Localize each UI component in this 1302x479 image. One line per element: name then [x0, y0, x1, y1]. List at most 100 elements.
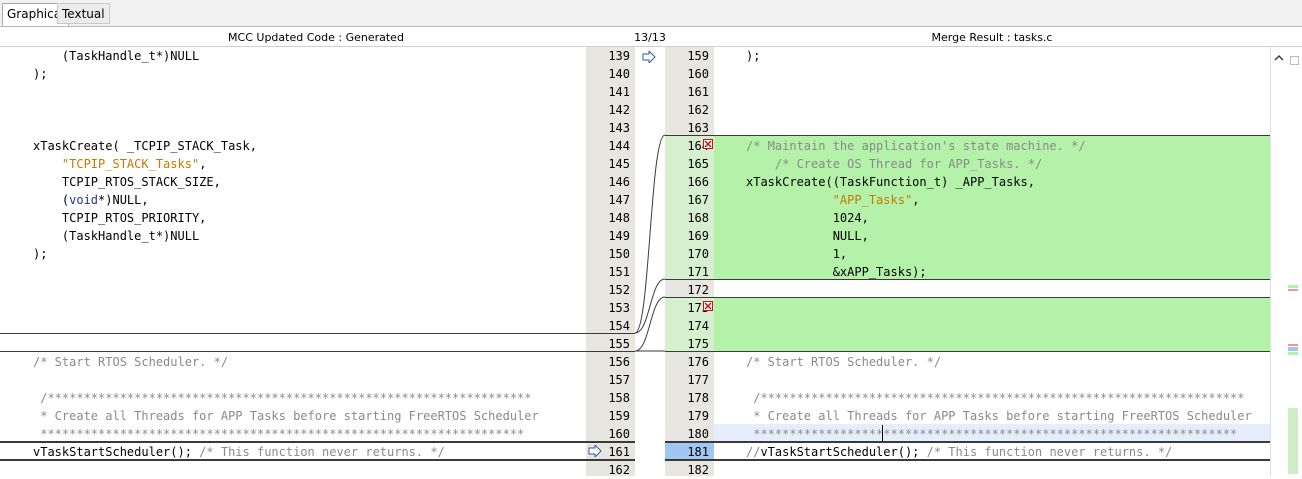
left-code-line[interactable]: /* Start RTOS Scheduler. */: [33, 353, 585, 371]
view-tabs: Graphical Textual: [0, 0, 1302, 27]
right-line-number: 169: [687, 229, 709, 243]
right-code-line[interactable]: [746, 119, 1270, 137]
left-code-line[interactable]: [33, 461, 585, 479]
left-code-line[interactable]: );: [33, 65, 585, 83]
left-code-line[interactable]: ****************************************…: [33, 425, 585, 443]
right-code-line[interactable]: [746, 65, 1270, 83]
right-line-number: 165: [687, 157, 709, 171]
left-line-number: 145: [608, 157, 630, 171]
left-line-number: 162: [608, 463, 630, 477]
left-line-number: 147: [608, 193, 630, 207]
right-line-number: 161: [687, 85, 709, 99]
right-line-number: 163: [687, 121, 709, 135]
left-code-line[interactable]: [33, 281, 585, 299]
right-line-number: 172: [687, 283, 709, 297]
left-code-line[interactable]: vTaskStartScheduler(); /* This function …: [33, 443, 585, 461]
merge-arrow-icon[interactable]: [588, 445, 602, 457]
merge-arrow-icon[interactable]: [642, 51, 656, 63]
right-code-line[interactable]: 1,: [746, 245, 1270, 263]
right-line-number: 168: [687, 211, 709, 225]
conflict-x-icon[interactable]: [703, 139, 713, 149]
right-code-line[interactable]: );: [746, 47, 1270, 65]
right-code-line[interactable]: &xAPP_Tasks);: [746, 263, 1270, 281]
right-line-number: 180: [687, 427, 709, 441]
right-code-line[interactable]: "APP_Tasks",: [746, 191, 1270, 209]
left-code-line[interactable]: xTaskCreate( _TCPIP_STACK_Task,: [33, 137, 585, 155]
left-line-number: 155: [608, 337, 630, 351]
left-code-line[interactable]: [33, 119, 585, 137]
right-code-line[interactable]: 1024,: [746, 209, 1270, 227]
diff-connector: [635, 134, 665, 352]
left-code-line[interactable]: [33, 83, 585, 101]
right-line-number: 160: [687, 67, 709, 81]
left-code-line[interactable]: (TaskHandle_t*)NULL: [33, 227, 585, 245]
left-line-number: 142: [608, 103, 630, 117]
right-code-line[interactable]: [746, 299, 1270, 317]
right-code-line[interactable]: * Create all Threads for APP Tasks befor…: [746, 407, 1270, 425]
left-line-number: 156: [608, 355, 630, 369]
left-code-line[interactable]: TCPIP_RTOS_STACK_SIZE,: [33, 173, 585, 191]
left-code-line[interactable]: [33, 317, 585, 335]
left-code-line[interactable]: (void*)NULL,: [33, 191, 585, 209]
right-line-number: 175: [687, 337, 709, 351]
chevron-up-icon[interactable]: [1274, 54, 1284, 62]
left-code-line[interactable]: /***************************************…: [33, 389, 585, 407]
right-code-line[interactable]: /* Maintain the application's state mach…: [746, 137, 1270, 155]
left-pane-title: MCC Updated Code : Generated: [228, 31, 404, 44]
left-line-number: 149: [608, 229, 630, 243]
left-line-number: 151: [608, 265, 630, 279]
right-code-line[interactable]: /***************************************…: [746, 389, 1270, 407]
left-code-line[interactable]: [33, 263, 585, 281]
scroll-corner: [1290, 56, 1299, 65]
left-code-line[interactable]: * Create all Threads for APP Tasks befor…: [33, 407, 585, 425]
tab-textual[interactable]: Textual: [57, 3, 110, 24]
left-line-number: 140: [608, 67, 630, 81]
left-line-number: 150: [608, 247, 630, 261]
left-line-number: 159: [608, 409, 630, 423]
left-code-line[interactable]: [33, 371, 585, 389]
right-line-number: 177: [687, 373, 709, 387]
left-code-line[interactable]: [33, 335, 585, 353]
left-code-line[interactable]: (TaskHandle_t*)NULL: [33, 47, 585, 65]
right-code-line[interactable]: [746, 101, 1270, 119]
left-line-number: 154: [608, 319, 630, 333]
right-line-number: 178: [687, 391, 709, 405]
right-code-line[interactable]: [746, 83, 1270, 101]
left-line-number: 160: [608, 427, 630, 441]
right-line-number: 182: [687, 463, 709, 477]
conflict-x-icon[interactable]: [703, 301, 713, 311]
right-code-line[interactable]: [746, 461, 1270, 479]
left-line-number: 157: [608, 373, 630, 387]
right-line-number: 176: [687, 355, 709, 369]
right-code-line[interactable]: //vTaskStartScheduler(); /* This functio…: [746, 443, 1270, 461]
left-line-number: 141: [608, 85, 630, 99]
right-line-number: 181: [687, 445, 709, 459]
right-code-line[interactable]: [746, 317, 1270, 335]
left-code-line[interactable]: [33, 299, 585, 317]
right-line-number: 162: [687, 103, 709, 117]
right-code-line[interactable]: [746, 335, 1270, 353]
right-code-line[interactable]: /* Start RTOS Scheduler. */: [746, 353, 1270, 371]
right-code-line[interactable]: ****************************************…: [746, 425, 1270, 443]
left-code-line[interactable]: [33, 101, 585, 119]
right-code-line[interactable]: /* Create OS Thread for APP_Tasks. */: [746, 155, 1270, 173]
right-code-line[interactable]: NULL,: [746, 227, 1270, 245]
right-line-number: 167: [687, 193, 709, 207]
left-line-number: 152: [608, 283, 630, 297]
left-code-line[interactable]: "TCPIP_STACK_Tasks",: [33, 155, 585, 173]
left-line-number: 143: [608, 121, 630, 135]
left-line-number: 144: [608, 139, 630, 153]
left-code-line[interactable]: TCPIP_RTOS_PRIORITY,: [33, 209, 585, 227]
right-line-number: 179: [687, 409, 709, 423]
left-code-line[interactable]: );: [33, 245, 585, 263]
left-line-number: 139: [608, 49, 630, 63]
right-code-line[interactable]: [746, 281, 1270, 299]
right-line-number: 166: [687, 175, 709, 189]
left-line-number: 146: [608, 175, 630, 189]
diff-counter: 13/13: [634, 31, 666, 44]
right-line-number: 174: [687, 319, 709, 333]
right-code-line[interactable]: xTaskCreate((TaskFunction_t) _APP_Tasks,: [746, 173, 1270, 191]
right-code-line[interactable]: [746, 371, 1270, 389]
left-line-number: 148: [608, 211, 630, 225]
left-line-number: 158: [608, 391, 630, 405]
